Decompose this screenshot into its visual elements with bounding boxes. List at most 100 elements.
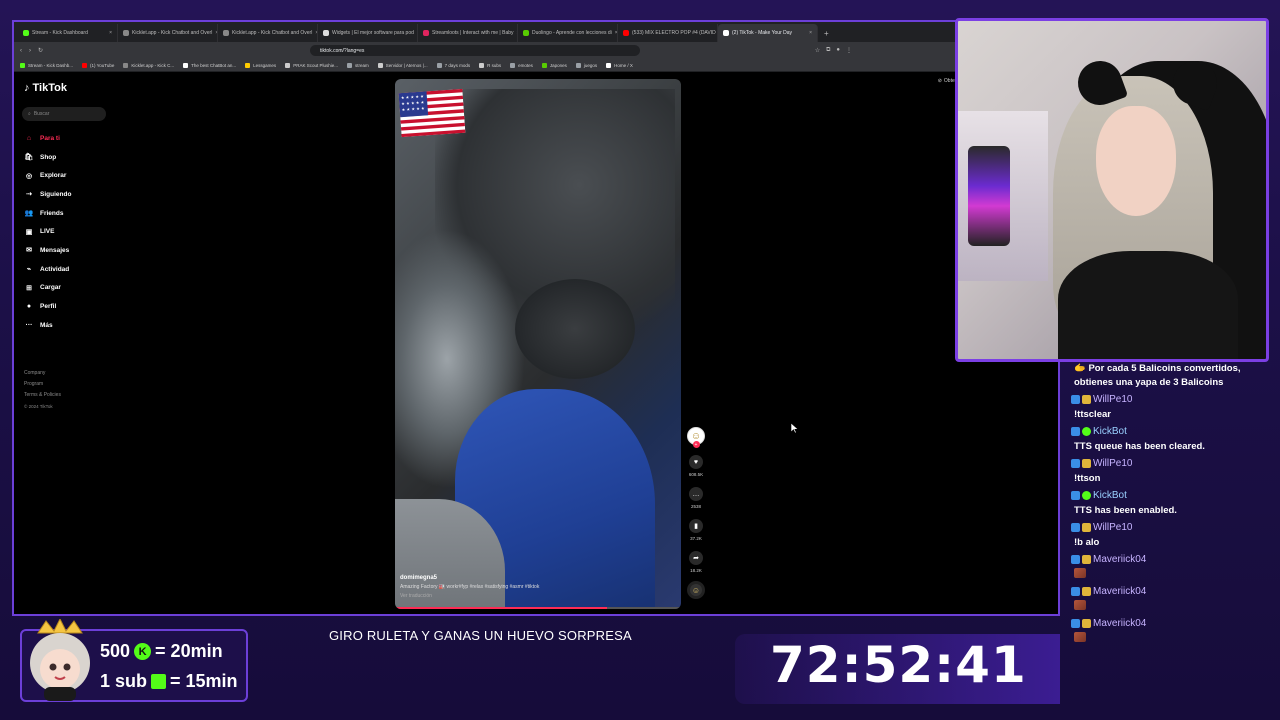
chat-username[interactable]: WillPe10 (1093, 394, 1132, 405)
video-gloved-hand (515, 279, 635, 379)
chat-username[interactable]: WillPe10 (1093, 522, 1132, 533)
bookmark-item[interactable]: (1) YouTube (82, 62, 115, 68)
browser-tab[interactable]: Widgets | El mejor software para pod× (318, 24, 418, 42)
promo-kick-line: 500 K = 20min (100, 641, 223, 662)
comment-icon[interactable]: … (689, 487, 703, 501)
bookmark-star-icon[interactable]: ☆ (815, 47, 820, 54)
bookmark-label: The best ChatBot an... (191, 62, 237, 68)
tab-favicon-icon (423, 30, 429, 36)
new-tab-icon[interactable]: + (818, 29, 835, 42)
footer-link-terms[interactable]: Terms & Policies (24, 390, 61, 401)
browser-tab[interactable]: Streamloots | Interact with me | Baby× (418, 24, 518, 42)
follow-plus-icon[interactable]: + (692, 441, 700, 448)
cam-streamer-face (1096, 106, 1176, 216)
chat-username-row[interactable]: KickBot (1068, 422, 1273, 440)
sidebar-item-live[interactable]: ▣ LIVE (24, 222, 124, 241)
browser-tab[interactable]: Duolingo - Aprende con lecciones di × (518, 24, 618, 42)
search-input[interactable]: ⌕ Buscar (22, 107, 106, 121)
search-icon: ⌕ (28, 111, 31, 117)
browser-tab[interactable]: (533) MIX ELECTRO POP #4 (DAVID C× (618, 24, 718, 42)
share-icon[interactable]: ➦ (689, 551, 703, 565)
creator-avatar[interactable]: ☺ + (687, 427, 705, 448)
reload-icon[interactable]: ↻ (38, 47, 43, 54)
chat-message-text: !ttson (1074, 473, 1101, 484)
bookmark-item[interactable]: PRAK Scout Plushie... (285, 62, 338, 68)
bookmarks-bar: Stream - Kick Dashb... (1) YouTube Kicklet… (14, 59, 1058, 72)
tab-close-icon[interactable]: × (109, 30, 112, 36)
sidebar-item-explorar[interactable]: ◎ Explorar (24, 166, 124, 185)
sidebar-item-para-ti[interactable]: ⌂ Para ti (24, 129, 124, 148)
profile-icon[interactable]: ● (836, 47, 840, 54)
bookmark-label: (1) YouTube (90, 62, 115, 68)
bookmark-item[interactable]: Home / X (606, 62, 633, 68)
bookmark-item[interactable]: Stream - Kick Dashb... (20, 62, 73, 68)
bookmark-item[interactable]: 7 days mods (436, 62, 470, 68)
promo-sub-line: 1 sub = 15min (100, 671, 238, 692)
bookmark-label: Kicklet.app - Kick C... (131, 62, 175, 68)
extensions-icon[interactable]: ⧉ (826, 47, 830, 54)
bookmark-item[interactable]: juegos (575, 62, 597, 68)
url-field[interactable]: tiktok.com/?lang=es (310, 45, 641, 56)
menu-icon[interactable]: ⋮ (846, 47, 852, 54)
promo-kick-time: = 20min (155, 641, 223, 661)
footer-copyright: © 2024 TikTok (24, 404, 53, 409)
sidebar-footer: Company Program Terms & Policies © 2024 … (24, 368, 61, 412)
save-action[interactable]: ▮ 37.2K (689, 519, 703, 541)
back-icon[interactable]: ‹ (20, 48, 22, 54)
tiktok-logo[interactable]: ♪ TikTok (24, 82, 67, 94)
bookmark-item[interactable]: The best ChatBot an... (183, 62, 237, 68)
chat-username-row[interactable]: WillPe10 (1068, 454, 1273, 472)
bookmark-item[interactable]: stream (346, 62, 369, 68)
chat-username[interactable]: Maveriick04 (1093, 554, 1146, 565)
chat-username-row[interactable]: WillPe10 (1068, 390, 1273, 408)
chat-username-row[interactable]: KickBot (1068, 486, 1273, 504)
bookmark-icon[interactable]: ▮ (689, 519, 703, 533)
chat-username[interactable]: Maveriick04 (1093, 586, 1146, 597)
chat-username[interactable]: KickBot (1093, 426, 1127, 437)
tab-close-icon[interactable]: × (809, 30, 812, 36)
see-translation-link[interactable]: Ver traducción (400, 592, 660, 601)
bookmark-item[interactable]: R subs (479, 62, 501, 68)
bookmark-item[interactable]: Servidor | Aternos |... (377, 62, 428, 68)
chat-username[interactable]: WillPe10 (1093, 458, 1132, 469)
sidebar-nav: ⌂ Para ti 🛍 Shop ◎ Explorar ⇢ Siguiendo 👥 Friends… (24, 129, 124, 335)
sidebar-item-mensajes[interactable]: ✉ Mensajes (24, 241, 124, 260)
sidebar-item-perfil[interactable]: ● Perfil (24, 297, 124, 316)
share-action[interactable]: ➦ 18.2K (689, 551, 703, 573)
bookmark-item[interactable]: Lessgames (245, 62, 276, 68)
bookmark-item[interactable]: Japones (541, 62, 567, 68)
video-username[interactable]: domimegna5 (400, 574, 660, 583)
footer-link-program[interactable]: Program (24, 379, 61, 390)
sidebar-item-cargar[interactable]: ⊞ Cargar (24, 279, 124, 298)
chat-username-row[interactable]: Maveriick04 (1068, 614, 1273, 632)
video-player[interactable]: ★ ★ ★ ★ ★ ★ ★ ★ ★ ★ ★ ★ ★ ★ ★ domimegna5 A… (395, 79, 681, 609)
chat-panel: 🫱 Por cada 5 Balicoins convertidos, obti… (1068, 362, 1273, 692)
chat-username-row[interactable]: Maveriick04 (1068, 582, 1273, 600)
sidebar-item-friends[interactable]: 👥 Friends (24, 204, 124, 223)
sidebar-item-label: Friends (40, 209, 64, 217)
marquee-text: GIRO RULETA Y GANAS UN HUEVO SORPRESA (329, 628, 632, 643)
tab-favicon-icon (523, 30, 529, 36)
bookmark-item[interactable]: Kicklet.app - Kick C... (123, 62, 175, 68)
chat-username[interactable]: KickBot (1093, 490, 1127, 501)
comment-action[interactable]: … 2538 (689, 487, 703, 509)
sidebar-item-m-s[interactable]: ··· Más (24, 316, 124, 335)
chat-username-row[interactable]: Maveriick04 (1068, 550, 1273, 568)
browser-tab[interactable]: Kicklet.app - Kick Chatbot and Overl × (118, 24, 218, 42)
forward-icon[interactable]: › (29, 48, 31, 54)
footer-link-company[interactable]: Company (24, 368, 61, 379)
chat-username[interactable]: Maveriick04 (1093, 618, 1146, 629)
sidebar-item-shop[interactable]: 🛍 Shop (24, 148, 124, 167)
video-progress-bar[interactable] (395, 607, 681, 609)
sidebar-item-siguiendo[interactable]: ⇢ Siguiendo (24, 185, 124, 204)
browser-tab[interactable]: Stream - Kick Dashboard × (18, 24, 118, 42)
like-action[interactable]: ♥ 608.5K (689, 455, 703, 477)
tiktok-page: ♪ TikTok ⌕ Buscar ⌂ Para ti 🛍 Shop ◎ Explorar… (14, 72, 1058, 614)
heart-icon[interactable]: ♥ (688, 455, 703, 469)
bookmark-item[interactable]: emotes (510, 62, 533, 68)
music-disc-icon[interactable]: ☺ (687, 581, 705, 599)
browser-tab[interactable]: Kicklet.app - Kick Chatbot and Overl × (218, 24, 318, 42)
browser-tab[interactable]: (2) TikTok - Make Your Day × (718, 24, 818, 42)
chat-username-row[interactable]: WillPe10 (1068, 518, 1273, 536)
sidebar-item-actividad[interactable]: ⌁ Actividad (24, 260, 124, 279)
